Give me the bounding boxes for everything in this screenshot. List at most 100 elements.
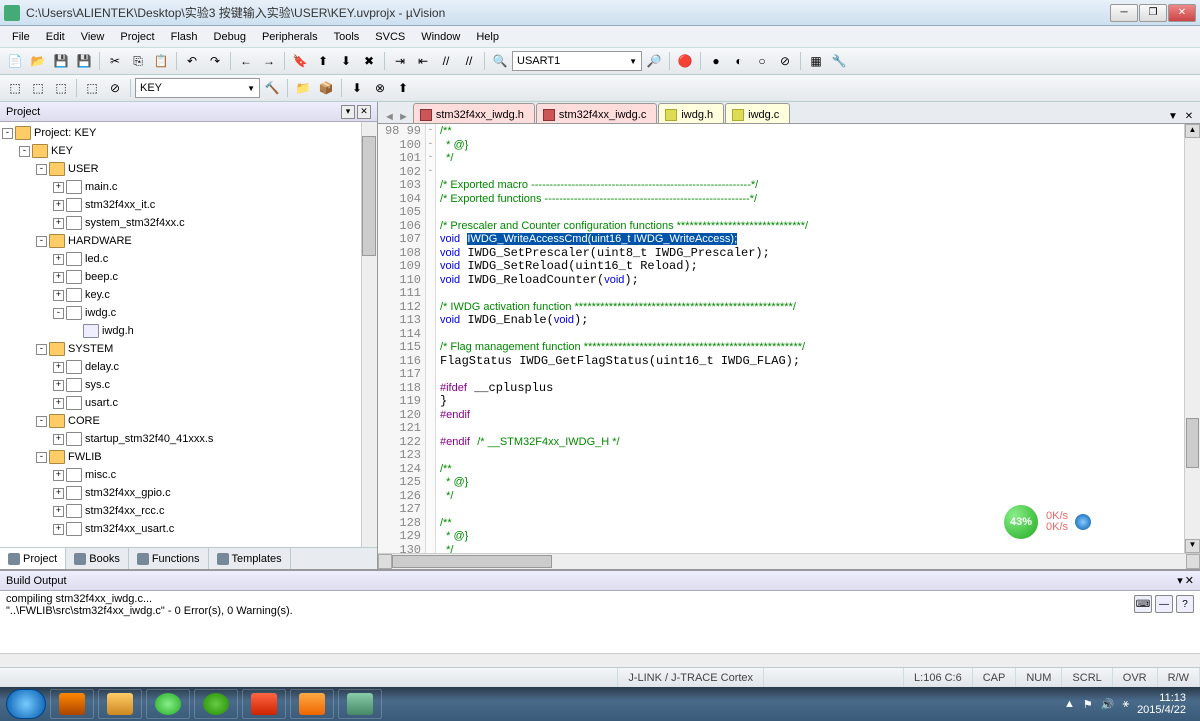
new-file-button[interactable]: 📄 [4, 50, 26, 72]
project-tree[interactable]: -Project: KEY-KEY-USER+main.c+stm32f4xx_… [0, 122, 377, 547]
manage-button[interactable]: 📁 [292, 77, 314, 99]
nav-fwd-button[interactable]: → [258, 50, 280, 72]
task-app-3[interactable] [290, 689, 334, 719]
bookmark-clear-button[interactable]: ✖ [358, 50, 380, 72]
tree-group-fwlib[interactable]: -FWLIB [2, 448, 375, 466]
menu-flash[interactable]: Flash [163, 29, 206, 45]
tree-file-key-c[interactable]: +key.c [2, 286, 375, 304]
download-button[interactable]: ⬇ [346, 77, 368, 99]
bookmark-next-button[interactable]: ⬇ [335, 50, 357, 72]
tree-file-sys-c[interactable]: +sys.c [2, 376, 375, 394]
menu-help[interactable]: Help [468, 29, 507, 45]
tray-up-icon[interactable]: ▲ [1064, 698, 1075, 710]
tree-file-stm32f4xx_gpio-c[interactable]: +stm32f4xx_gpio.c [2, 484, 375, 502]
tree-file-led-c[interactable]: +led.c [2, 250, 375, 268]
minimize-button[interactable]: ─ [1110, 4, 1138, 22]
file-tab-stm32f4xx_iwdg-h[interactable]: stm32f4xx_iwdg.h [413, 103, 535, 123]
target-combo[interactable]: KEY▼ [135, 78, 260, 98]
menu-peripherals[interactable]: Peripherals [254, 29, 326, 45]
task-browser[interactable] [146, 689, 190, 719]
menu-svcs[interactable]: SVCS [367, 29, 413, 45]
file-tab-stm32f4xx_iwdg-c[interactable]: stm32f4xx_iwdg.c [536, 103, 657, 123]
batch-build-button[interactable]: ⬚ [81, 77, 103, 99]
build-output-hscroll[interactable] [0, 653, 1200, 667]
window-button[interactable]: ▦ [805, 50, 827, 72]
tree-file-beep-c[interactable]: +beep.c [2, 268, 375, 286]
tree-project[interactable]: -Project: KEY [2, 124, 375, 142]
redo-button[interactable]: ↷ [204, 50, 226, 72]
task-explorer[interactable] [98, 689, 142, 719]
file-tab-iwdg-c[interactable]: iwdg.c [725, 103, 790, 123]
tree-file-startup_stm32f40_41xxx-s[interactable]: +startup_stm32f40_41xxx.s [2, 430, 375, 448]
undo-button[interactable]: ↶ [181, 50, 203, 72]
tab-close-button[interactable]: ✕ [1182, 109, 1196, 123]
save-all-button[interactable]: 💾 [73, 50, 95, 72]
panel-close-button[interactable]: ✕ [357, 105, 371, 119]
cut-button[interactable]: ✂ [104, 50, 126, 72]
copy-button[interactable]: ⎘ [127, 50, 149, 72]
debug-button[interactable]: 🔴 [674, 50, 696, 72]
fold-gutter[interactable]: - - - - [426, 124, 436, 553]
paste-button[interactable]: 📋 [150, 50, 172, 72]
task-app-1[interactable] [50, 689, 94, 719]
rebuild-button[interactable]: ⬚ [50, 77, 72, 99]
taskbar[interactable]: ▲ ⚑ 🔊 ⚹ 11:13 2015/4/22 [0, 687, 1200, 721]
tree-file-iwdg-c[interactable]: -iwdg.c [2, 304, 375, 322]
bottom-tab-project[interactable]: Project [0, 548, 66, 569]
tree-group-hardware[interactable]: -HARDWARE [2, 232, 375, 250]
tree-file-iwdg-h[interactable]: iwdg.h [2, 322, 375, 340]
stop-build-button[interactable]: ⊘ [104, 77, 126, 99]
tree-file-usart-c[interactable]: +usart.c [2, 394, 375, 412]
outdent-button[interactable]: ⇤ [412, 50, 434, 72]
ime-mode-button[interactable]: — [1155, 595, 1173, 613]
breakpoint-disable-button[interactable]: ○ [751, 50, 773, 72]
breakpoint-insert-button[interactable]: ● [705, 50, 727, 72]
bottom-tab-templates[interactable]: Templates [209, 548, 291, 569]
uncomment-button[interactable]: // [458, 50, 480, 72]
options-button[interactable]: 🔨 [261, 77, 283, 99]
panel-pin-button[interactable]: ▾ [341, 105, 355, 119]
system-tray[interactable]: ▲ ⚑ 🔊 ⚹ 11:13 2015/4/22 [1064, 692, 1194, 716]
tree-file-delay-c[interactable]: +delay.c [2, 358, 375, 376]
indent-button[interactable]: ⇥ [389, 50, 411, 72]
manage-rte-button[interactable]: 📦 [315, 77, 337, 99]
tree-scrollbar[interactable] [361, 122, 377, 547]
load-button[interactable]: ⬆ [392, 77, 414, 99]
task-uvision[interactable] [338, 689, 382, 719]
menu-file[interactable]: File [4, 29, 38, 45]
menu-tools[interactable]: Tools [326, 29, 368, 45]
bottom-tab-functions[interactable]: Functions [129, 548, 209, 569]
tree-group-core[interactable]: -CORE [2, 412, 375, 430]
tray-vol-icon[interactable]: 🔊 [1101, 698, 1115, 711]
build-panel-close-button[interactable]: ✕ [1185, 574, 1194, 587]
find-button[interactable]: 🔍 [489, 50, 511, 72]
close-button[interactable]: ✕ [1168, 4, 1196, 22]
open-file-button[interactable]: 📂 [27, 50, 49, 72]
save-button[interactable]: 💾 [50, 50, 72, 72]
menu-edit[interactable]: Edit [38, 29, 73, 45]
menu-view[interactable]: View [73, 29, 113, 45]
erase-button[interactable]: ⊗ [369, 77, 391, 99]
menu-project[interactable]: Project [112, 29, 162, 45]
tree-file-stm32f4xx_it-c[interactable]: +stm32f4xx_it.c [2, 196, 375, 214]
comment-button[interactable]: // [435, 50, 457, 72]
bookmark-prev-button[interactable]: ⬆ [312, 50, 334, 72]
editor-vscroll[interactable]: ▲▼ [1184, 124, 1200, 553]
configure-button[interactable]: 🔧 [828, 50, 850, 72]
ime-button[interactable]: ⌨ [1134, 595, 1152, 613]
translate-button[interactable]: ⬚ [4, 77, 26, 99]
tray-net-icon[interactable]: ⚹ [1122, 698, 1129, 711]
tree-file-misc-c[interactable]: +misc.c [2, 466, 375, 484]
build-button[interactable]: ⬚ [27, 77, 49, 99]
tab-menu-button[interactable]: ▼ [1166, 109, 1180, 123]
tree-file-system_stm32f4xx-c[interactable]: +system_stm32f4xx.c [2, 214, 375, 232]
tree-file-main-c[interactable]: +main.c [2, 178, 375, 196]
build-output-text[interactable]: compiling stm32f4xx_iwdg.c... "..\FWLIB\… [0, 591, 1200, 653]
tree-target[interactable]: -KEY [2, 142, 375, 160]
file-tab-iwdg-h[interactable]: iwdg.h [658, 103, 724, 123]
start-button[interactable] [6, 689, 46, 719]
editor-hscroll[interactable] [378, 553, 1200, 569]
tree-group-user[interactable]: -USER [2, 160, 375, 178]
bookmark-button[interactable]: 🔖 [289, 50, 311, 72]
breakpoint-kill-button[interactable]: ⊘ [774, 50, 796, 72]
